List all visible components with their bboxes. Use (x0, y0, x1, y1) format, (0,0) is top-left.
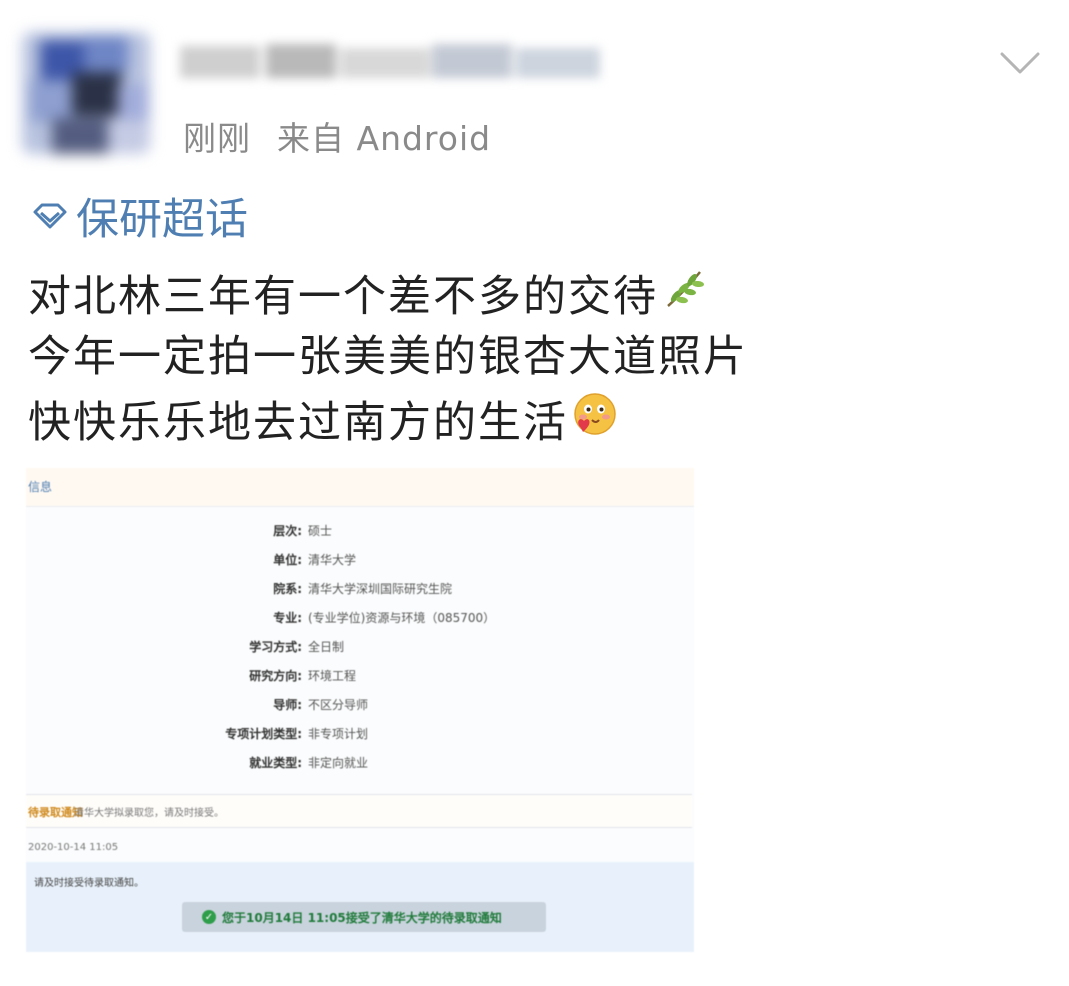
attached-image[interactable]: 信息 层次: 硕士 单位: 清华大学 院系: 清华大学深圳国际研究生院 专业: … (26, 468, 694, 952)
blushing-heart-emoji-icon (572, 391, 618, 448)
info-value: 全日制 (308, 640, 345, 654)
info-key: 研究方向: (249, 669, 302, 683)
info-value: 不区分导师 (308, 698, 369, 712)
info-value: 清华大学 (308, 553, 357, 567)
info-key: 院系: (273, 582, 302, 596)
info-value: (专业学位)资源与环境（085700） (308, 611, 496, 625)
topic-label: 保研超话 (76, 195, 248, 245)
info-row: 单位: 清华大学 (26, 551, 694, 575)
topic-link[interactable]: 保研超话 (30, 186, 248, 246)
info-key: 专项计划类型: (225, 727, 302, 741)
info-value: 非定向就业 (308, 756, 369, 770)
accept-status: ✓ 您于10月14日 11:05接受了清华大学的待录取通知 (182, 902, 546, 932)
info-row: 就业类型: 非定向就业 (26, 754, 694, 778)
info-key: 单位: (273, 553, 302, 567)
info-row: 专项计划类型: 非专项计划 (26, 725, 694, 749)
info-row: 专业: (专业学位)资源与环境（085700） (26, 609, 694, 633)
info-row: 层次: 硕士 (26, 522, 694, 546)
post-meta: 刚刚 来自 Android (183, 112, 491, 160)
notice-text: 清华大学拟录取您，请及时接受。 (74, 808, 224, 819)
post-line-2: 今年一定拍一张美美的银杏大道照片 (28, 322, 748, 384)
post-text-2: 今年一定拍一张美美的银杏大道照片 (28, 332, 748, 382)
post-text-3: 快快乐乐地去过南方的生活 (28, 398, 568, 448)
accept-status-text: 您于10月14日 11:05接受了清华大学的待录取通知 (222, 910, 502, 925)
post-source: 来自 Android (277, 119, 492, 158)
image-header: 信息 (26, 468, 694, 507)
info-row: 院系: 清华大学深圳国际研究生院 (26, 580, 694, 604)
info-key: 就业类型: (249, 756, 302, 770)
info-key: 层次: (273, 524, 302, 538)
username-blurred[interactable] (180, 40, 600, 84)
info-row: 导师: 不区分导师 (26, 696, 694, 720)
leaf-emoji-icon (662, 266, 706, 321)
accept-hint: 请及时接受待录取通知。 (34, 878, 144, 889)
info-key: 学习方式: (249, 640, 302, 654)
info-row: 学习方式: 全日制 (26, 638, 694, 662)
notice-bar: 待录取通知 清华大学拟录取您，请及时接受。 (26, 794, 692, 828)
accept-box: 请及时接受待录取通知。 ✓ 您于10月14日 11:05接受了清华大学的待录取通… (26, 862, 694, 952)
info-value: 环境工程 (308, 669, 357, 683)
avatar[interactable] (22, 32, 150, 154)
info-value: 硕士 (308, 524, 333, 538)
post-text-1: 对北林三年有一个差不多的交待 (28, 272, 658, 322)
image-header-tag: 信息 (28, 480, 53, 494)
info-value: 清华大学深圳国际研究生院 (308, 582, 453, 596)
post-line-1: 对北林三年有一个差不多的交待 (28, 262, 706, 324)
diamond-icon (33, 203, 67, 229)
chevron-down-icon[interactable] (998, 48, 1042, 78)
info-key: 专业: (273, 611, 302, 625)
notice-date: 2020-10-14 11:05 (28, 842, 119, 853)
info-key: 导师: (273, 698, 302, 712)
info-value: 非专项计划 (308, 727, 369, 741)
info-row: 研究方向: 环境工程 (26, 667, 694, 691)
check-circle-icon: ✓ (202, 910, 216, 924)
post-time: 刚刚 (183, 119, 251, 158)
post-line-3: 快快乐乐地去过南方的生活 (28, 388, 618, 450)
